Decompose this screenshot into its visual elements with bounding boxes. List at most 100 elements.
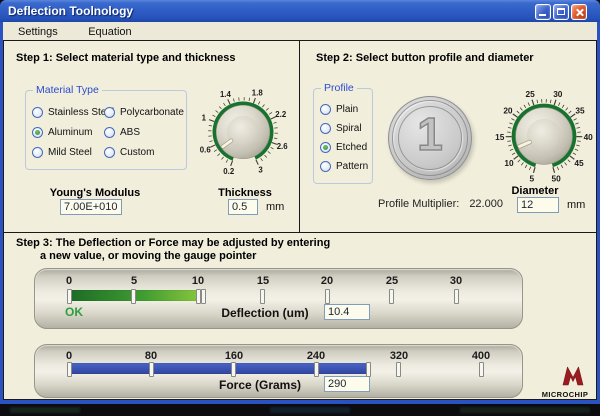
force-gauge-label: Force (Grams) — [185, 378, 335, 392]
radio-icon[interactable] — [32, 147, 43, 158]
step3-title-line1: Step 3: The Deflection or Force may be a… — [16, 237, 330, 249]
thickness-input[interactable] — [228, 199, 258, 215]
profile-multiplier-label: Profile Multiplier: — [378, 198, 459, 210]
svg-text:1.4: 1.4 — [220, 90, 232, 99]
youngs-modulus-input[interactable] — [60, 199, 122, 215]
gauge-pointer[interactable] — [366, 362, 371, 377]
radio-icon[interactable] — [320, 161, 331, 172]
minimize-icon — [539, 14, 546, 16]
close-button[interactable] — [571, 4, 587, 20]
deflection-gauge-label: Deflection (um) — [185, 306, 345, 320]
radio-icon[interactable] — [104, 147, 115, 158]
step1-title: Step 1: Select material type and thickne… — [16, 52, 235, 64]
button-preview: 1 — [388, 96, 472, 180]
radio-icon[interactable] — [104, 127, 115, 138]
desktop-strip-detail — [270, 407, 350, 413]
gauge-tick-mark — [314, 362, 319, 377]
radio-label: Aluminum — [48, 127, 92, 138]
svg-text:15: 15 — [495, 132, 505, 142]
svg-text:2.6: 2.6 — [277, 142, 289, 151]
radio-mild-steel[interactable]: Mild Steel — [32, 142, 114, 162]
gauge-tick-label: 400 — [466, 350, 496, 362]
radio-selected-icon[interactable] — [32, 127, 43, 138]
gauge-tick-label: 320 — [384, 350, 414, 362]
diameter-knob[interactable]: 5101520253035404550 — [492, 84, 596, 188]
radio-aluminum[interactable]: Aluminum — [32, 122, 114, 142]
radio-icon[interactable] — [320, 123, 331, 134]
radio-abs[interactable]: ABS — [104, 122, 184, 142]
microchip-logo-icon — [560, 364, 586, 388]
main-content: Step 1: Select material type and thickne… — [3, 40, 597, 400]
diameter-label: Diameter — [505, 185, 565, 197]
deflection-gauge[interactable]: OK Deflection (um) 051015202530 — [34, 268, 523, 329]
profile-radio-column: PlainSpiral Etched Pattern — [320, 100, 368, 176]
material-radio-column-2: Polycarbonate ABS Custom — [104, 102, 184, 162]
radio-selected-icon[interactable] — [320, 142, 331, 153]
gauge-tick-mark — [454, 289, 459, 304]
youngs-modulus-label: Young's Modulus — [30, 187, 160, 199]
radio-label: Etched — [336, 142, 367, 153]
radio-etched[interactable]: Etched — [320, 138, 368, 157]
close-icon — [572, 5, 586, 19]
desktop-strip-detail — [460, 407, 590, 413]
gauge-tick-mark — [149, 362, 154, 377]
window-title: Deflection Toolnology — [8, 0, 133, 22]
microchip-logo-text: MICROCHIP — [532, 390, 598, 399]
gauge-tick-mark — [260, 289, 265, 304]
title-bar[interactable]: Deflection Toolnology — [0, 0, 600, 22]
svg-text:1.8: 1.8 — [252, 89, 264, 98]
maximize-button[interactable] — [553, 4, 569, 20]
svg-text:50: 50 — [552, 173, 562, 183]
maximize-icon — [557, 8, 565, 15]
panel-divider-vertical — [299, 41, 300, 232]
screen: Deflection Toolnology Settings Equation … — [0, 0, 600, 416]
radio-label: Polycarbonate — [120, 107, 184, 118]
radio-custom[interactable]: Custom — [104, 142, 184, 162]
minimize-button[interactable] — [535, 4, 551, 20]
step3-title-line2: a new value, or moving the gauge pointer — [40, 250, 256, 262]
radio-label: ABS — [120, 127, 140, 138]
material-type-group: Material Type Stainless SteelAluminumMil… — [25, 90, 187, 170]
knob-graphic: 0.20.611.41.82.22.63 — [194, 83, 292, 181]
radio-pattern[interactable]: Pattern — [320, 157, 368, 176]
panel-divider-horizontal — [4, 232, 596, 233]
profile-group: Profile PlainSpiralEtchedPattern — [313, 88, 373, 184]
svg-text:2.2: 2.2 — [275, 110, 287, 119]
gauge-pointer[interactable] — [201, 289, 206, 304]
radio-plain[interactable]: Plain — [320, 100, 368, 119]
deflection-status-ok: OK — [65, 305, 83, 319]
diameter-input[interactable] — [517, 197, 559, 213]
radio-stainless-steel[interactable]: Stainless Steel — [32, 102, 114, 122]
menu-item-settings[interactable]: Settings — [12, 24, 64, 40]
radio-spiral[interactable]: Spiral — [320, 119, 368, 138]
svg-text:45: 45 — [574, 158, 584, 168]
radio-label: Mild Steel — [48, 147, 92, 158]
material-type-group-label: Material Type — [33, 84, 102, 96]
svg-text:10: 10 — [504, 158, 514, 168]
material-radio-column-1: Stainless Steel Aluminum Mild Steel — [32, 102, 114, 162]
radio-icon[interactable] — [320, 104, 331, 115]
radio-label: Pattern — [336, 161, 368, 172]
menu-item-equation[interactable]: Equation — [82, 24, 137, 40]
gauge-tick-label: 20 — [312, 275, 342, 287]
button-preview-digit: 1 — [389, 111, 471, 157]
gauge-tick-label: 240 — [301, 350, 331, 362]
deflection-input[interactable] — [324, 304, 370, 320]
force-input[interactable] — [324, 376, 370, 392]
radio-polycarbonate[interactable]: Polycarbonate — [104, 102, 184, 122]
radio-icon[interactable] — [32, 107, 43, 118]
gauge-tick-mark — [131, 289, 136, 304]
gauge-bar — [69, 290, 203, 301]
svg-text:25: 25 — [526, 89, 536, 99]
svg-text:0.2: 0.2 — [223, 167, 235, 176]
gauge-tick-label: 80 — [136, 350, 166, 362]
gauge-tick-label: 25 — [377, 275, 407, 287]
force-gauge[interactable]: Force (Grams) 080160240320400 — [34, 344, 523, 398]
gauge-tick-label: 5 — [119, 275, 149, 287]
thickness-knob[interactable]: 0.20.611.41.82.22.63 — [194, 83, 292, 181]
profile-multiplier: Profile Multiplier: 22.000 — [378, 198, 503, 210]
gauge-tick-label: 30 — [441, 275, 471, 287]
gauge-tick-label: 0 — [54, 275, 84, 287]
radio-icon[interactable] — [104, 107, 115, 118]
gauge-tick-mark — [67, 289, 72, 304]
